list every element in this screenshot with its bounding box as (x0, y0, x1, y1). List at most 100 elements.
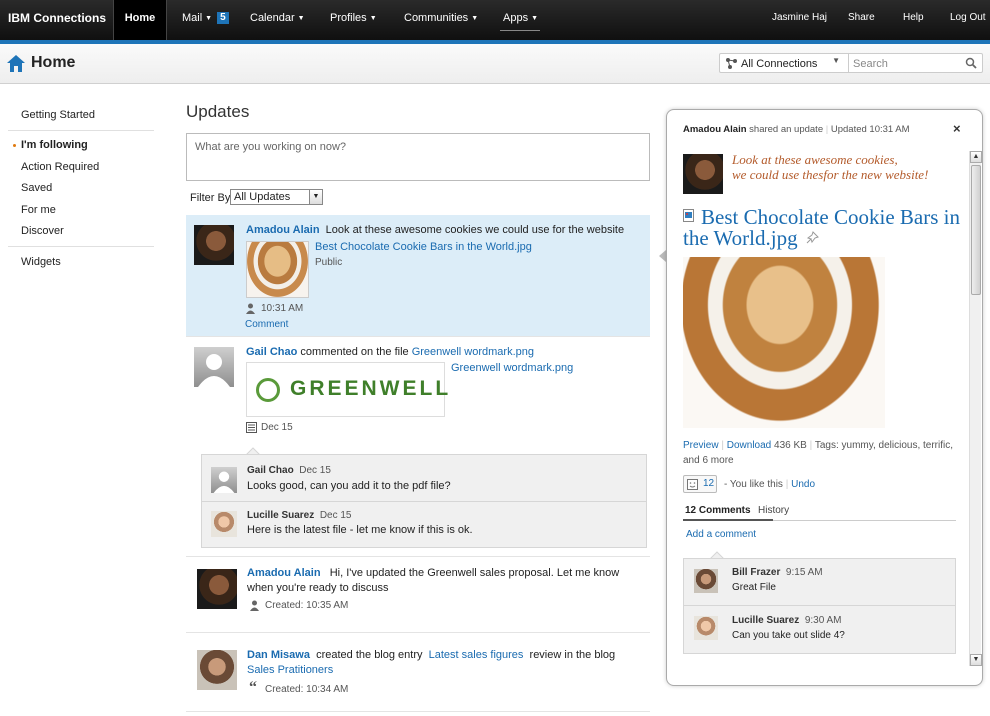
flyout-scrollbar[interactable]: ▲ ▼ (969, 151, 982, 666)
flyout-file-title-continued: the World.jpg (683, 226, 798, 250)
scrollbar-thumb[interactable] (971, 165, 981, 295)
blog-link[interactable]: Sales Pratitioners (247, 664, 333, 676)
share-link[interactable]: Share (848, 0, 875, 40)
more-tags-link[interactable]: and 6 more (683, 455, 734, 466)
flyout-header: Amadou Alain shared an update | Updated … (683, 124, 910, 135)
comment-author[interactable]: Gail Chao (247, 465, 294, 476)
comment-author[interactable]: Lucille Suarez (247, 510, 314, 521)
story-message-continued: when you're ready to discuss (247, 582, 389, 594)
download-link[interactable]: Download (727, 440, 771, 451)
story-message-continued: review in the blog (529, 649, 616, 661)
divider (8, 246, 154, 247)
chevron-down-icon: ▼ (531, 15, 539, 22)
nav-getting-started[interactable]: Getting Started (21, 109, 95, 121)
file-link[interactable]: Greenwell wordmark.png (451, 361, 573, 376)
story-text: Amadou Alain Hi, I've updated the Greenw… (247, 566, 619, 596)
file-thumbnail[interactable] (246, 241, 309, 298)
separator: | (825, 124, 829, 135)
tab-comments[interactable]: 12 Comments (685, 505, 751, 516)
avatar[interactable] (197, 569, 237, 609)
flyout-author[interactable]: Amadou Alain (683, 124, 747, 135)
comment-text: Great File (732, 582, 776, 593)
file-tags: Tags: yummy, delicious, terrific, (814, 440, 954, 451)
nav-communities[interactable]: Communities ▼ (404, 0, 478, 40)
tab-history[interactable]: History (758, 505, 789, 516)
author-link[interactable]: Amadou Alain (246, 224, 320, 236)
status-update-input[interactable] (186, 133, 650, 181)
comment-author[interactable]: Bill Frazer (732, 567, 780, 578)
undo-link[interactable]: Undo (791, 479, 815, 490)
author-link[interactable]: Dan Misawa (247, 649, 310, 661)
flyout-comments-list: Bill Frazer 9:15 AM Great File Lucille S… (683, 558, 956, 654)
file-link[interactable]: Greenwell wordmark.png (412, 346, 534, 358)
flyout-updated: Updated 10:31 AM (830, 124, 910, 135)
comment-link-label: Comment (245, 319, 289, 330)
nav-widgets[interactable]: Widgets (21, 256, 61, 268)
pin-icon[interactable] (806, 231, 819, 244)
comment-author[interactable]: Lucille Suarez (732, 615, 799, 626)
quote-icon: “ (249, 679, 257, 696)
avatar[interactable] (194, 347, 234, 387)
comment-link[interactable]: Comment (245, 319, 288, 330)
chevron-down-icon: ▼ (205, 15, 213, 22)
scroll-up-icon[interactable]: ▲ (970, 151, 982, 163)
nav-discover[interactable]: Discover (21, 225, 64, 237)
chevron-down-icon: ▼ (471, 15, 479, 22)
comment-header: Lucille Suarez 9:30 AM (732, 615, 842, 626)
nav-action-required[interactable]: Action Required (21, 161, 99, 173)
file-actions: Preview | Download 436 KB | Tags: yummy,… (683, 440, 953, 451)
filter-dropdown[interactable]: All Updates ▼ (230, 189, 323, 205)
author-link[interactable]: Amadou Alain (247, 567, 321, 579)
like-button[interactable]: 12 (683, 475, 717, 493)
timestamp: Dec 15 (261, 422, 293, 433)
file-icon (246, 422, 257, 433)
quote-line-2: we could use thesfor the new website! (732, 167, 929, 182)
avatar[interactable] (694, 616, 718, 640)
chevron-down-icon: ▼ (832, 56, 840, 65)
separator: | (809, 440, 813, 451)
avatar[interactable] (694, 569, 718, 593)
person-icon (250, 600, 259, 611)
story-message: created the blog entry (316, 649, 423, 661)
search-icon[interactable] (965, 57, 977, 69)
file-thumbnail[interactable]: GREENWELL (246, 362, 448, 417)
nav-im-following[interactable]: I'm following (21, 139, 88, 151)
search-input[interactable] (853, 56, 963, 71)
nav-profiles[interactable]: Profiles ▼ (330, 0, 377, 40)
avatar[interactable] (194, 225, 234, 265)
file-link[interactable]: Best Chocolate Cookie Bars in the World.… (315, 240, 532, 255)
nav-mail[interactable]: Mail ▼ 5 (182, 0, 229, 40)
nav-calendar-label: Calendar (250, 12, 295, 24)
add-comment-link[interactable]: Add a comment (686, 529, 756, 540)
logout-link[interactable]: Log Out (950, 0, 986, 40)
avatar[interactable] (211, 467, 237, 493)
help-link[interactable]: Help (903, 0, 924, 40)
brand-logo[interactable]: IBM Connections (8, 0, 106, 40)
avatar[interactable] (211, 511, 237, 537)
comment-time: 9:30 AM (804, 615, 842, 626)
avatar[interactable] (683, 154, 723, 194)
author-link[interactable]: Gail Chao (246, 346, 297, 358)
blog-entry-link[interactable]: Latest sales figures (429, 649, 524, 661)
person-icon (246, 303, 255, 314)
close-icon[interactable]: × (953, 121, 961, 136)
nav-saved[interactable]: Saved (21, 182, 52, 194)
comment-header: Gail Chao Dec 15 (247, 465, 331, 476)
nav-apps[interactable]: Apps ▼ (503, 0, 538, 40)
story-text: Dan Misawa created the blog entry Latest… (247, 648, 615, 678)
scroll-down-icon[interactable]: ▼ (970, 654, 982, 666)
nav-calendar[interactable]: Calendar ▼ (250, 0, 305, 40)
avatar[interactable] (197, 650, 237, 690)
nav-home[interactable]: Home (113, 0, 167, 40)
search-scope-dropdown[interactable]: All Connections ▼ (719, 53, 849, 73)
preview-link[interactable]: Preview (683, 440, 719, 451)
comment-header: Bill Frazer 9:15 AM (732, 567, 823, 578)
story-text: Amadou Alain Look at these awesome cooki… (246, 223, 624, 238)
divider (186, 556, 650, 557)
nav-for-me[interactable]: For me (21, 204, 56, 216)
comment-date: Dec 15 (299, 465, 331, 476)
divider (8, 130, 154, 131)
user-menu[interactable]: Jasmine Haj (772, 0, 827, 40)
flyout-file-title: Best Chocolate Cookie Bars in (701, 205, 960, 229)
file-preview-image[interactable] (683, 257, 885, 428)
